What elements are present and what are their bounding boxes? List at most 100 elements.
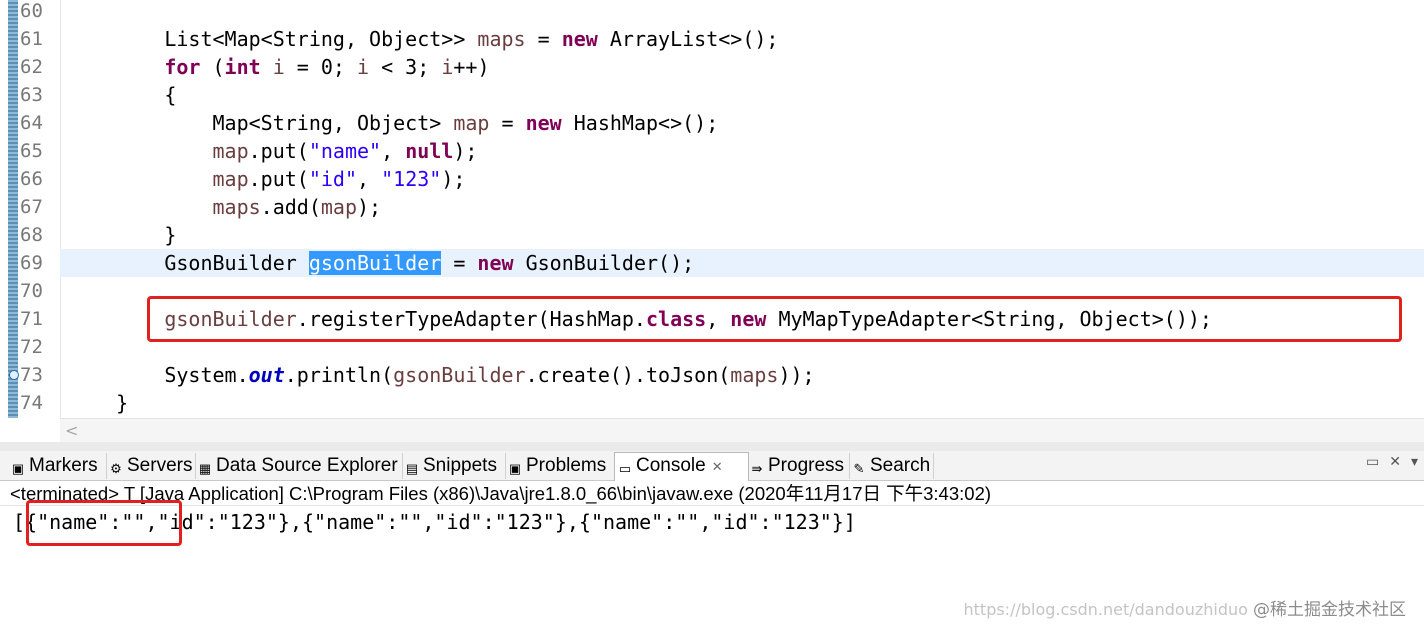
tab-snippets[interactable]: ▤ Snippets — [402, 453, 506, 479]
code-token: new — [730, 307, 767, 331]
code-token: new — [477, 251, 514, 275]
tab-console[interactable]: ▭ Console ✕ — [614, 452, 749, 481]
code-line[interactable]: maps.add(map); — [60, 193, 1424, 221]
line-number-gutter[interactable]: 60 61 62 63 64 65 66 67 68 69 70 71 72 73 74 — [0, 0, 61, 418]
code-token: , — [381, 139, 406, 163]
code-token: = — [441, 251, 478, 275]
code-token: ( — [200, 55, 225, 79]
line-number: 65 — [20, 140, 43, 162]
code-line[interactable]: { — [60, 81, 1424, 109]
code-token: .registerTypeAdapter(HashMap. — [296, 307, 646, 331]
tab-data-source-explorer[interactable]: ▦ Data Source Explorer — [195, 453, 403, 479]
line-number: 66 — [20, 168, 43, 190]
code-token: maps — [477, 27, 526, 51]
close-icon[interactable]: ✕ — [712, 459, 723, 474]
data-source-icon: ▦ — [198, 461, 212, 476]
maximize-icon[interactable]: ✕ — [1389, 454, 1401, 470]
code-token: ); — [357, 195, 382, 219]
code-token: class — [645, 307, 707, 331]
code-token: new — [525, 111, 562, 135]
code-line[interactable] — [60, 277, 1424, 305]
breakpoint-marker-icon[interactable] — [9, 370, 19, 380]
snippets-icon: ▤ — [405, 461, 419, 476]
code-token: i — [357, 55, 370, 79]
code-token: gsonBuilder — [393, 363, 526, 387]
code-token: map — [320, 195, 358, 219]
code-line[interactable] — [60, 333, 1424, 361]
scroll-left-icon[interactable]: < — [65, 421, 78, 440]
minimize-icon[interactable]: ▭ — [1366, 454, 1379, 470]
tab-search[interactable]: ✎ Search — [849, 453, 934, 479]
code-line[interactable]: } — [60, 389, 1424, 417]
code-line[interactable] — [60, 0, 1424, 25]
line-number: 62 — [20, 56, 43, 78]
tab-progress[interactable]: ⇛ Progress — [747, 453, 850, 479]
code-token: = 0; — [284, 55, 358, 79]
code-editor[interactable]: 60 61 62 63 64 65 66 67 68 69 70 71 72 73 74 List<Map<… — [0, 0, 1424, 418]
console-icon: ▭ — [618, 461, 632, 476]
code-line[interactable]: System.out.println(gsonBuilder.create().… — [60, 361, 1424, 389]
markers-icon: ▣ — [11, 461, 25, 476]
code-token: for — [164, 55, 201, 79]
code-token: int — [224, 55, 261, 79]
tab-label: Progress — [768, 455, 845, 476]
code-token: null — [405, 139, 454, 163]
code-token: .println( — [284, 363, 394, 387]
console-divider — [0, 505, 1424, 506]
tab-label: Search — [870, 455, 931, 476]
line-number: 71 — [20, 308, 43, 330]
tab-label: Problems — [526, 455, 607, 476]
line-number: 74 — [20, 392, 43, 414]
line-number: 64 — [20, 112, 43, 134]
code-line[interactable]: } — [60, 221, 1424, 249]
code-line[interactable]: gsonBuilder.registerTypeAdapter(HashMap.… — [60, 305, 1424, 333]
code-line[interactable]: List<Map<String, Object>> maps = new Arr… — [60, 25, 1424, 53]
code-line[interactable]: for (int i = 0; i < 3; i++) — [60, 53, 1424, 81]
line-number: 60 — [20, 0, 43, 22]
editor-horizontal-scrollbar[interactable]: < — [60, 418, 1424, 443]
code-token: map — [212, 139, 249, 163]
tab-label: Markers — [29, 455, 98, 476]
tab-label: Data Source Explorer — [216, 455, 398, 476]
code-token: ); — [441, 167, 466, 191]
code-token: i — [441, 55, 454, 79]
view-tab-bar: ▭ ✕ ▾ ▣ Markers ⚙ Servers ▦ Data Source Explore… — [0, 451, 1424, 481]
code-line[interactable]: map.put("id", "123"); — [60, 165, 1424, 193]
console-output-text[interactable]: [{"name":"","id":"123"},{"name":"","id":… — [13, 508, 856, 536]
tab-problems[interactable]: ▣ Problems — [505, 453, 615, 479]
code-token: out — [248, 363, 285, 387]
code-token: = — [525, 27, 562, 51]
tab-servers[interactable]: ⚙ Servers — [106, 453, 196, 479]
code-token: , — [706, 307, 731, 331]
code-token: GsonBuilder(); — [513, 251, 695, 275]
problems-icon: ▣ — [508, 461, 522, 476]
tab-label: Servers — [127, 455, 193, 476]
code-token: = — [489, 111, 526, 135]
code-token: ); — [453, 139, 478, 163]
watermark: https://blog.csdn.net/dandouzhiduo @稀土掘金… — [964, 595, 1407, 620]
code-token: i — [272, 55, 285, 79]
code-line[interactable]: GsonBuilder gsonBuilder = new GsonBuilde… — [60, 249, 1424, 277]
code-line[interactable]: map.put("name", null); — [60, 137, 1424, 165]
code-token: gsonBuilder — [164, 307, 297, 331]
code-token: GsonBuilder — [164, 251, 309, 275]
code-text-area[interactable]: List<Map<String, Object>> maps = new Arr… — [60, 0, 1424, 417]
watermark-logo: @稀土掘金技术社区 — [1253, 600, 1406, 620]
code-token: map — [212, 167, 249, 191]
code-token: ++) — [453, 55, 490, 79]
view-menu-icon[interactable]: ▾ — [1411, 454, 1418, 470]
line-numbers: 60 61 62 63 64 65 66 67 68 69 70 71 72 73 74 — [20, 0, 43, 417]
tab-markers[interactable]: ▣ Markers — [8, 453, 107, 479]
code-line[interactable]: Map<String, Object> map = new HashMap<>(… — [60, 109, 1424, 137]
line-number: 69 — [20, 252, 43, 274]
